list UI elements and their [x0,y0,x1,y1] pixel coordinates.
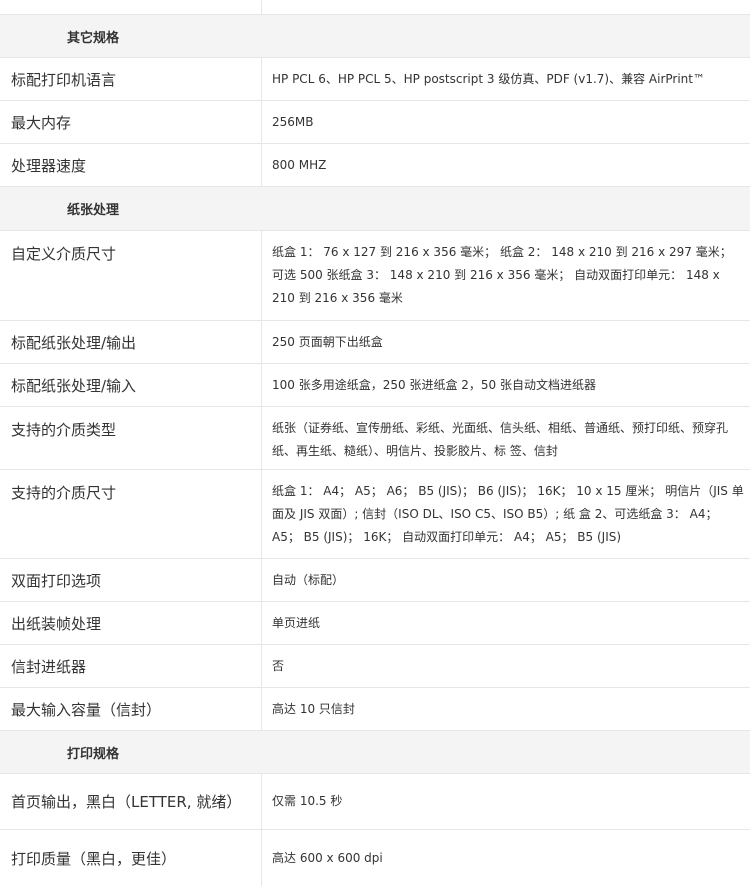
row-label: 支持的介质类型 [0,407,262,469]
row-value: 自动（标配） [272,572,345,587]
table-row: 出纸装帧处理 单页进纸 [0,602,750,645]
row-label: 支持的介质尺寸 [0,470,262,558]
row-value: 纸张（证券纸、宣传册纸、彩纸、光面纸、信头纸、相纸、普通纸、预打印纸、预穿孔纸、… [272,421,729,458]
row-label: 标配打印机语言 [0,58,262,100]
row-value: 否 [272,658,285,673]
row-label: 出纸装帧处理 [0,602,262,644]
table-row: 标配打印机语言 HP PCL 6、HP PCL 5、HP postscript … [0,58,750,101]
section-header-print-specs: 打印规格 [0,731,750,774]
section-header-other-specs: 其它规格 [0,15,750,58]
row-label: 处理器速度 [0,144,262,186]
table-row: 处理器速度 800 MHZ [0,144,750,187]
row-value: 仅需 10.5 秒 [272,794,343,808]
table-row: 最大输入容量（信封） 高达 10 只信封 [0,688,750,731]
row-value: 800 MHZ [272,157,327,172]
spec-table: 其它规格 标配打印机语言 HP PCL 6、HP PCL 5、HP postsc… [0,0,750,886]
table-row: 信封进纸器 否 [0,645,750,688]
row-label: 双面打印选项 [0,559,262,601]
row-label: 最大输入容量（信封） [0,688,262,730]
section-header-paper-handling: 纸张处理 [0,187,750,231]
table-row: 自定义介质尺寸 纸盒 1： 76 x 127 到 216 x 356 毫米； 纸… [0,231,750,321]
row-label: 标配纸张处理/输入 [0,364,262,406]
table-row: 支持的介质尺寸 纸盒 1： A4； A5； A6； B5 (JIS)； B6 (… [0,470,750,559]
table-row: 打印质量（黑白，更佳） 高达 600 x 600 dpi [0,830,750,886]
row-value: 256MB [272,114,314,129]
row-label: 首页输出，黑白（LETTER, 就绪） [0,774,262,829]
table-row: 双面打印选项 自动（标配） [0,559,750,602]
section-title: 打印规格 [67,746,120,762]
row-label: 打印质量（黑白，更佳） [0,830,262,886]
row-value: 纸盒 1： 76 x 127 到 216 x 356 毫米； 纸盒 2： 148… [272,245,732,305]
table-row: 标配纸张处理/输出 250 页面朝下出纸盒 [0,321,750,364]
table-row: 首页输出，黑白（LETTER, 就绪） 仅需 10.5 秒 [0,774,750,830]
row-value: 100 张多用途纸盒，250 张进纸盒 2，50 张自动文档进纸器 [272,377,596,392]
row-value: 高达 10 只信封 [272,701,355,716]
row-value: HP PCL 6、HP PCL 5、HP postscript 3 级仿真、PD… [272,71,705,86]
row-label: 信封进纸器 [0,645,262,687]
table-row: 最大内存 256MB [0,101,750,144]
row-value: 高达 600 x 600 dpi [272,850,383,865]
section-title: 纸张处理 [67,203,120,218]
row-value: 250 页面朝下出纸盒 [272,334,383,349]
section-title: 其它规格 [67,30,120,46]
table-row: 支持的介质类型 纸张（证券纸、宣传册纸、彩纸、光面纸、信头纸、相纸、普通纸、预打… [0,407,750,470]
table-row: 标配纸张处理/输入 100 张多用途纸盒，250 张进纸盒 2，50 张自动文档… [0,364,750,407]
row-label: 标配纸张处理/输出 [0,321,262,363]
row-label: 自定义介质尺寸 [0,231,262,320]
row-value: 纸盒 1： A4； A5； A6； B5 (JIS)； B6 (JIS)； 16… [272,484,744,544]
row-label: 最大内存 [0,101,262,143]
row-value: 单页进纸 [272,615,321,630]
table-top-stub [0,0,750,15]
